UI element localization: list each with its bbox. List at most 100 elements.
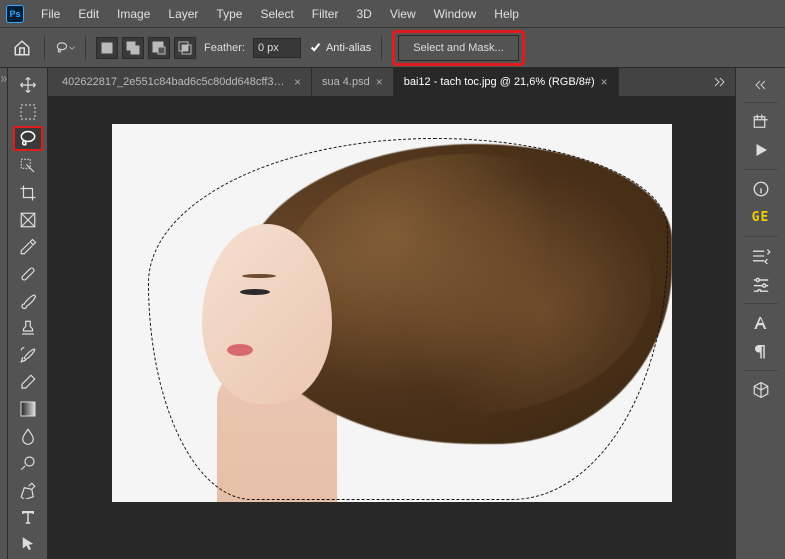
subtract-selection-icon — [152, 41, 166, 55]
tool-brush[interactable] — [13, 288, 43, 313]
droplet-icon — [19, 427, 37, 445]
magic-wand-icon — [19, 157, 37, 175]
tab-label: sua 4.psd — [322, 76, 370, 88]
menu-select[interactable]: Select — [251, 3, 302, 25]
stamp-icon — [19, 319, 37, 337]
canvas-image — [112, 124, 672, 502]
illustration-lip — [227, 344, 253, 356]
app-logo: Ps — [6, 5, 24, 23]
panel-collapse-button[interactable] — [736, 74, 785, 96]
panel-info[interactable] — [745, 176, 777, 202]
menu-filter[interactable]: Filter — [303, 3, 348, 25]
divider — [743, 169, 777, 170]
document-area: 402622817_2e551c84bad6c5c80dd648cff39099… — [48, 68, 735, 559]
tool-gradient[interactable] — [13, 396, 43, 421]
tool-path-select[interactable] — [13, 531, 43, 556]
crop-icon — [19, 184, 37, 202]
workspace: 402622817_2e551c84bad6c5c80dd648cff39099… — [0, 68, 785, 559]
close-icon[interactable]: × — [294, 75, 301, 89]
document-tab[interactable]: 402622817_2e551c84bad6c5c80dd648cff39099… — [52, 68, 312, 96]
tab-overflow-button[interactable] — [705, 68, 735, 96]
left-expand-gutter[interactable] — [0, 68, 8, 559]
options-bar: Feather: Anti-alias Select and Mask... — [0, 28, 785, 68]
home-button[interactable] — [10, 36, 34, 60]
marquee-icon — [19, 103, 37, 121]
feather-input[interactable] — [253, 38, 301, 58]
play-icon — [752, 141, 770, 159]
tool-eyedropper[interactable] — [13, 234, 43, 259]
close-icon[interactable]: × — [376, 75, 383, 89]
document-tab[interactable]: sua 4.psd × — [312, 68, 394, 96]
eyedropper-icon — [19, 238, 37, 256]
history-panel-icon — [752, 113, 770, 131]
sliders-icon — [751, 276, 771, 292]
chevron-down-icon — [69, 44, 75, 52]
antialias-input[interactable] — [309, 41, 322, 54]
tool-blur[interactable] — [13, 423, 43, 448]
dodge-icon — [19, 454, 37, 472]
tool-crop[interactable] — [13, 180, 43, 205]
divider — [743, 303, 777, 304]
menu-layer[interactable]: Layer — [159, 3, 207, 25]
highlight-select-mask: Select and Mask... — [392, 30, 525, 66]
arrow-icon — [19, 535, 37, 553]
tool-type[interactable] — [13, 504, 43, 529]
panel-history[interactable] — [745, 109, 777, 135]
panel-paragraph[interactable] — [745, 338, 777, 364]
tool-heal[interactable] — [13, 261, 43, 286]
panel-actions[interactable] — [745, 137, 777, 163]
canvas-area[interactable] — [48, 96, 735, 559]
tool-preset-picker[interactable] — [55, 38, 75, 58]
menu-3d[interactable]: 3D — [347, 3, 380, 25]
tool-quick-select[interactable] — [13, 153, 43, 178]
panel-ge[interactable]: GE — [745, 204, 777, 230]
panel-brush-settings[interactable] — [745, 243, 777, 269]
antialias-checkbox[interactable]: Anti-alias — [309, 41, 371, 54]
menu-type[interactable]: Type — [207, 3, 251, 25]
divider — [85, 36, 86, 60]
tool-move[interactable] — [13, 72, 43, 97]
menu-image[interactable]: Image — [108, 3, 159, 25]
divider — [743, 236, 777, 237]
tool-stamp[interactable] — [13, 315, 43, 340]
document-tab[interactable]: bai12 - tach toc.jpg @ 21,6% (RGB/8#) × — [394, 68, 619, 96]
select-and-mask-button[interactable]: Select and Mask... — [398, 35, 519, 61]
info-icon — [752, 180, 770, 198]
tool-history-brush[interactable] — [13, 342, 43, 367]
menubar: Ps File Edit Image Layer Type Select Fil… — [0, 0, 785, 28]
panel-adjustments[interactable] — [745, 271, 777, 297]
selection-intersect[interactable] — [174, 37, 196, 59]
close-icon[interactable]: × — [601, 75, 608, 89]
move-icon — [19, 76, 37, 94]
tool-frame[interactable] — [13, 207, 43, 232]
panel-character[interactable] — [745, 310, 777, 336]
selection-subtract[interactable] — [148, 37, 170, 59]
selection-add[interactable] — [122, 37, 144, 59]
panel-3d[interactable] — [745, 377, 777, 403]
menu-view[interactable]: View — [381, 3, 425, 25]
double-chevron-left-icon — [755, 80, 767, 90]
antialias-label: Anti-alias — [326, 42, 371, 54]
divider — [381, 36, 382, 60]
lasso-icon — [18, 129, 38, 149]
double-chevron-right-icon — [714, 77, 726, 87]
selection-new[interactable] — [96, 37, 118, 59]
tool-pen[interactable] — [13, 477, 43, 502]
tool-dodge[interactable] — [13, 450, 43, 475]
tab-label: 402622817_2e551c84bad6c5c80dd648cff39099… — [62, 76, 288, 88]
lasso-icon — [55, 39, 69, 57]
brush-icon — [19, 292, 37, 310]
divider — [44, 36, 45, 60]
eraser-icon — [19, 373, 37, 391]
menu-window[interactable]: Window — [425, 3, 486, 25]
menu-file[interactable]: File — [32, 3, 69, 25]
home-icon — [13, 39, 31, 57]
menu-edit[interactable]: Edit — [69, 3, 108, 25]
cube-icon — [752, 381, 770, 399]
tool-lasso[interactable] — [13, 126, 43, 151]
menu-help[interactable]: Help — [485, 3, 528, 25]
tool-eraser[interactable] — [13, 369, 43, 394]
history-brush-icon — [19, 346, 37, 364]
tool-marquee[interactable] — [13, 99, 43, 124]
app-logo-text: Ps — [9, 9, 20, 19]
